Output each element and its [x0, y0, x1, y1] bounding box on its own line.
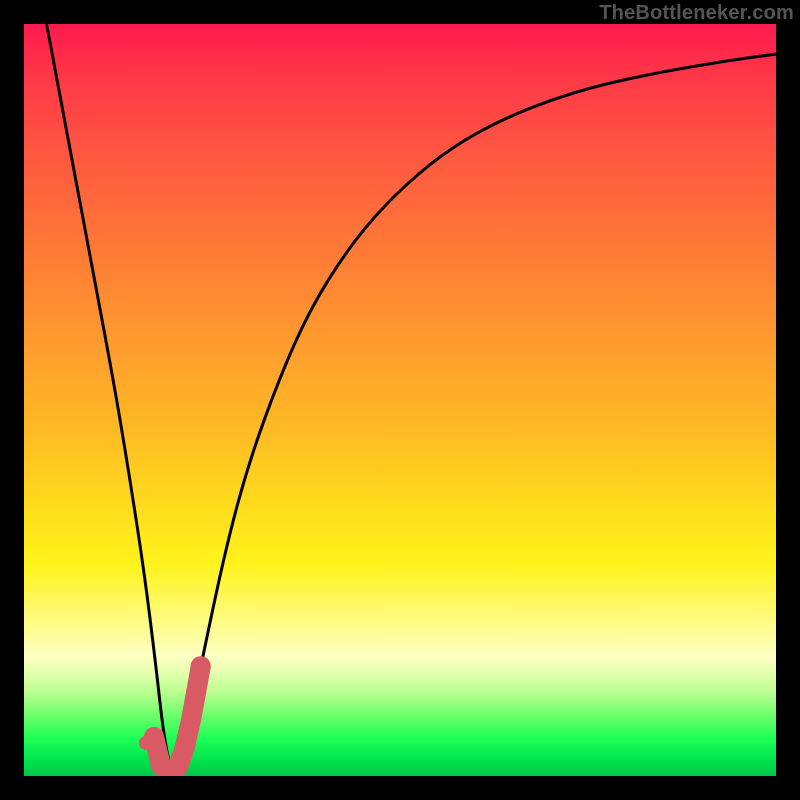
- watermark-text: TheBottleneker.com: [599, 2, 794, 25]
- curve-layer: [24, 24, 776, 776]
- highlight-bead: [181, 710, 201, 730]
- plot-area: [24, 24, 776, 776]
- highlight-bead: [175, 737, 195, 757]
- bottleneck-curve: [47, 24, 776, 771]
- highlight-bead: [186, 682, 206, 702]
- highlight-isolated-dot: [139, 736, 153, 750]
- highlight-bead: [191, 656, 211, 676]
